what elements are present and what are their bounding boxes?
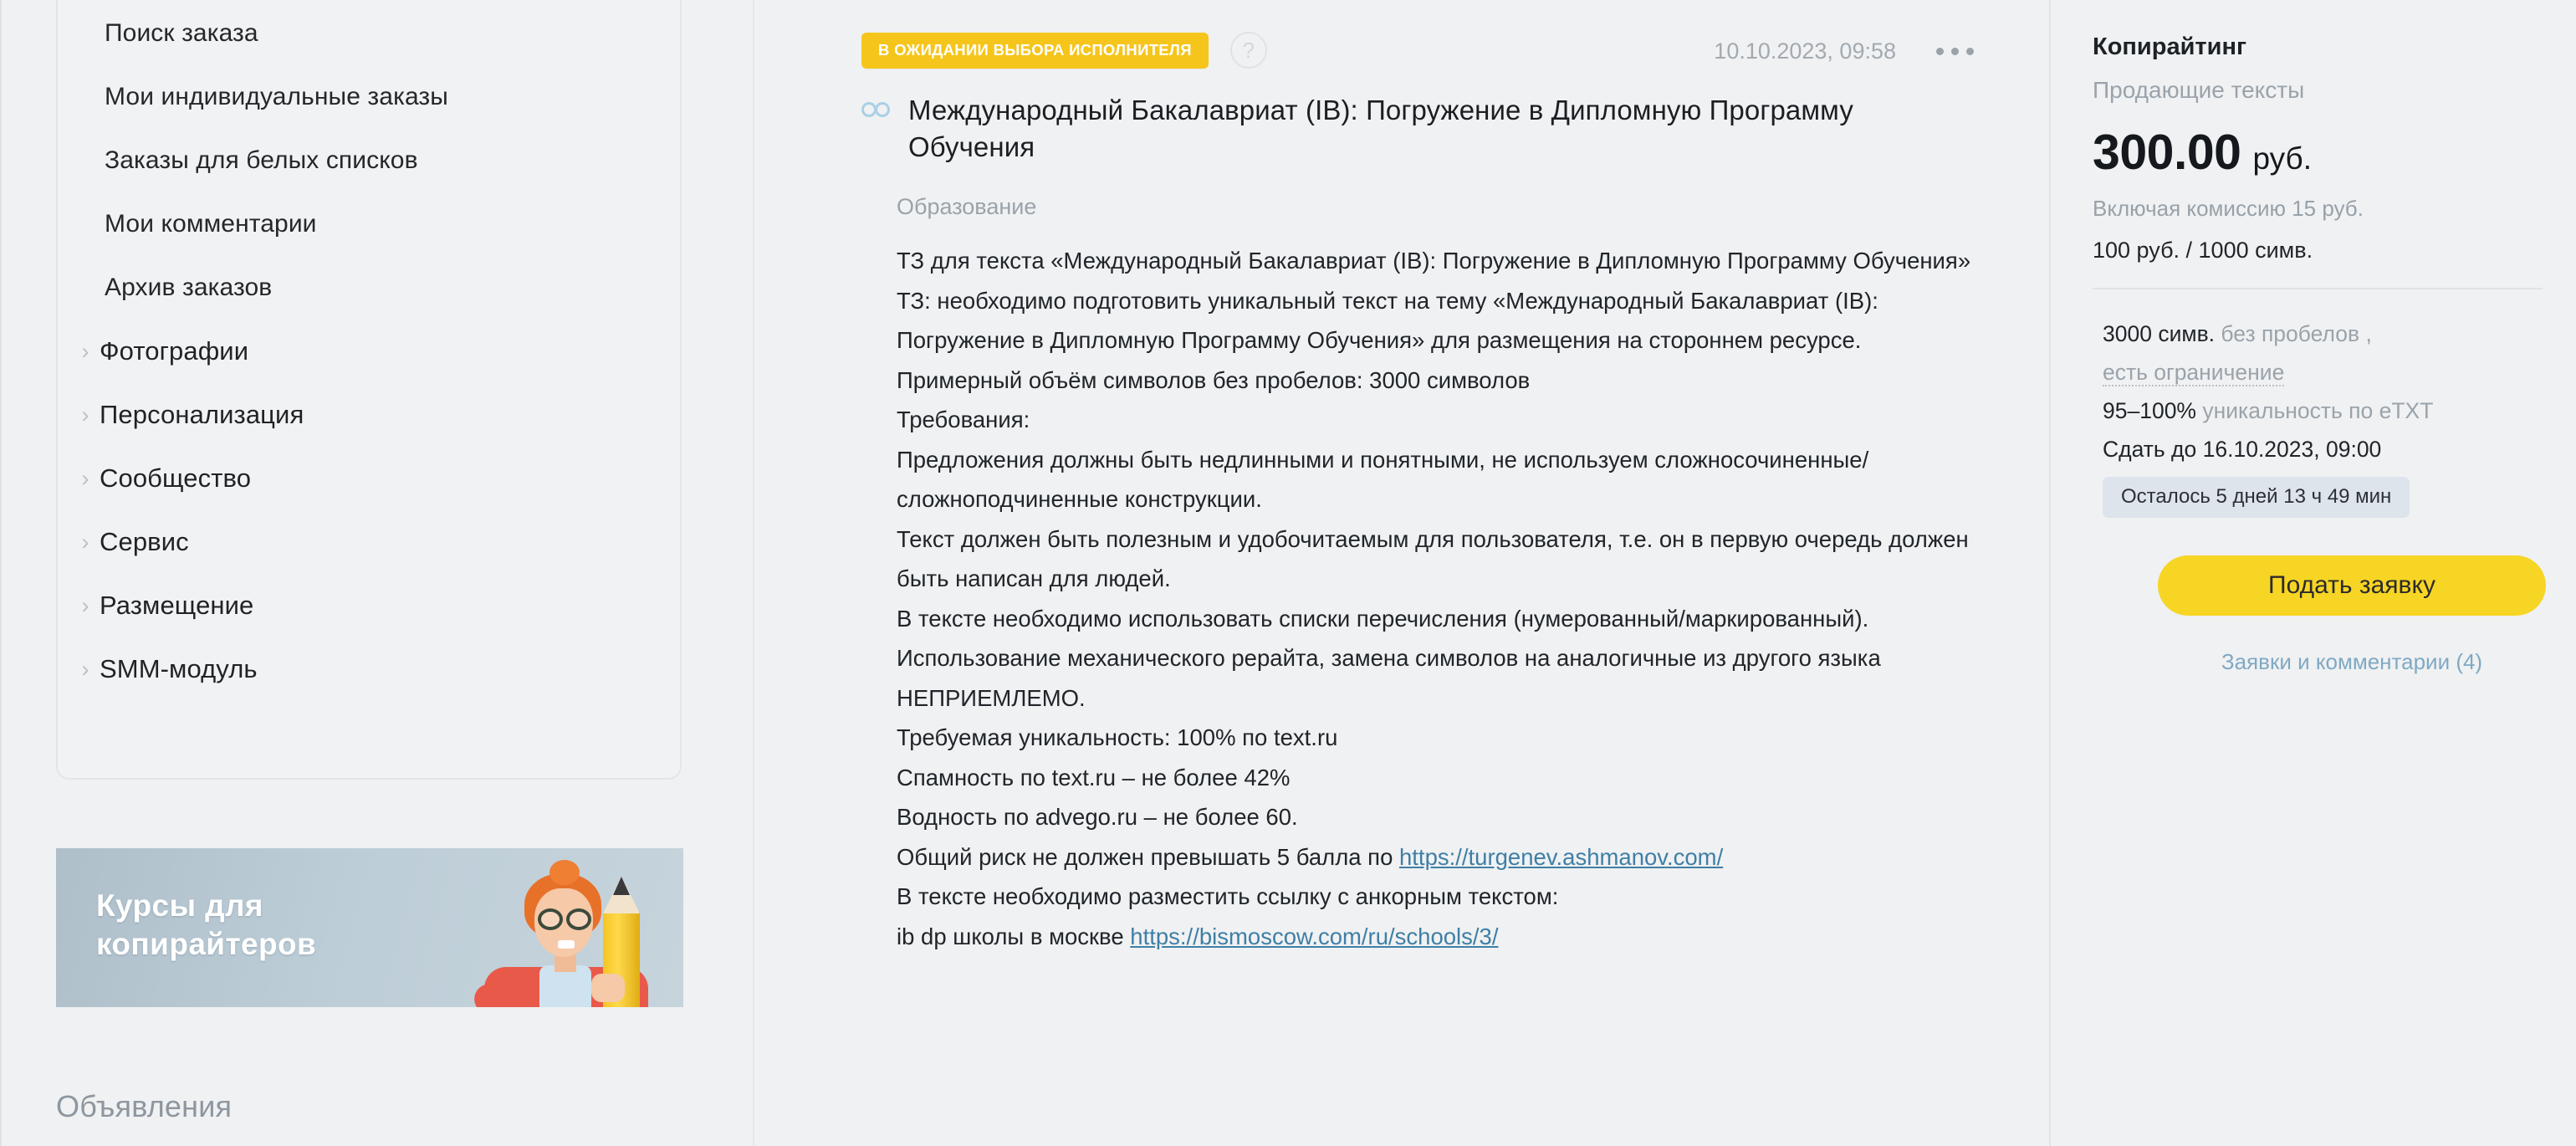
order-description-line: Спамность по text.ru – не более 42%	[897, 764, 1291, 790]
order-description-line: Требуемая уникальность: 100% по text.ru	[897, 724, 1338, 750]
countdown-badge: Осталось 5 дней 13 ч 49 мин	[2103, 477, 2410, 518]
promo-banner-line1: Курсы для	[96, 888, 263, 923]
rate-per-1000: 100 руб. / 1000 симв.	[2093, 238, 2313, 263]
page-root: Поиск заказа Мои индивидуальные заказы З…	[0, 0, 2576, 1146]
order-specs-list: 3000 симв. без пробелов , есть ограничен…	[2103, 315, 2568, 468]
illustration-glasses-right	[566, 908, 591, 930]
order-title[interactable]: Международный Бакалавриат (IB): Погружен…	[908, 92, 1915, 166]
promo-banner-text: Курсы для копирайтеров	[96, 887, 316, 963]
apply-button[interactable]: Подать заявку	[2158, 555, 2546, 616]
chevron-right-icon: ›	[81, 338, 89, 364]
link-chain-icon	[861, 102, 890, 121]
sidebar-item-label: Фотографии	[100, 336, 249, 366]
promo-banner[interactable]: Курсы для копирайтеров	[56, 848, 683, 1007]
sidebar-item-photos[interactable]: › Фотографии	[58, 320, 683, 383]
order-title-row: Международный Бакалавриат (IB): Погружен…	[861, 92, 1915, 166]
order-description-link[interactable]: https://bismoscow.com/ru/schools/3/	[1130, 923, 1498, 949]
price-amount: 300.00	[2093, 125, 2241, 180]
panel-divider	[2093, 288, 2543, 289]
order-category-label: Образование	[897, 194, 1037, 219]
chevron-right-icon: ›	[81, 465, 89, 491]
sidebar-item-label: Размещение	[100, 591, 254, 620]
order-status-row: В ОЖИДАНИИ ВЫБОРА ИСПОЛНИТЕЛЯ ?	[861, 32, 1267, 69]
order-description-line: В тексте необходимо использовать списки …	[897, 605, 1869, 632]
sidebar-item-label: Сервис	[100, 527, 189, 556]
order-description-line: ТЗ для текста «Международный Бакалавриат…	[897, 248, 1971, 274]
sidebar-item-label: Персонализация	[100, 400, 304, 429]
spec-limit-label: есть ограничение	[2103, 360, 2285, 386]
spec-uniqueness: 95–100% уникальность по eTXT	[2103, 391, 2568, 430]
order-description-body: ТЗ для текста «Международный Бакалавриат…	[897, 241, 1975, 956]
sidebar-item-label: Мои комментарии	[105, 210, 317, 238]
promo-banner-line2: копирайтеров	[96, 926, 317, 961]
order-description-line: Примерный объём символов без пробелов: 3…	[897, 366, 1531, 393]
illustration-hair-bun	[549, 860, 580, 885]
price-row: 300.00 руб.	[2093, 124, 2312, 181]
order-timestamp: 10.10.2023, 09:58	[1714, 38, 1896, 64]
order-description-line: ib dp школы в москве https://bismoscow.c…	[897, 923, 1499, 949]
sidebar-item-service[interactable]: › Сервис	[58, 510, 683, 574]
sidebar-item-label: Архив заказов	[105, 274, 273, 301]
illustration-hand	[591, 974, 625, 1002]
order-description-line: Предложения должны быть недлинными и пон…	[897, 446, 1869, 513]
sidebar-nav-panel: Поиск заказа Мои индивидуальные заказы З…	[56, 0, 682, 780]
sidebar-item-placement[interactable]: › Размещение	[58, 574, 683, 637]
status-badge: В ОЖИДАНИИ ВЫБОРА ИСПОЛНИТЕЛЯ	[861, 32, 1209, 69]
service-name: Копирайтинг	[2093, 33, 2247, 60]
sidebar-item-label: SMM-модуль	[100, 654, 258, 683]
help-question-icon[interactable]: ?	[1229, 32, 1267, 69]
chevron-right-icon: ›	[81, 402, 89, 427]
sidebar-item-my-individual-orders[interactable]: Мои индивидуальные заказы	[58, 65, 683, 129]
order-description-line: Текст должен быть полезным и удобочитаем…	[897, 525, 1969, 592]
sidebar-item-whitelist-orders[interactable]: Заказы для белых списков	[58, 129, 683, 192]
chevron-right-icon: ›	[81, 529, 89, 555]
spec-deadline: Сдать до 16.10.2023, 09:00	[2103, 437, 2382, 462]
sidebar-item-label: Заказы для белых списков	[105, 146, 418, 174]
illustration-glasses-left	[538, 908, 563, 930]
spec-limit[interactable]: есть ограничение	[2103, 353, 2568, 391]
commission-note: Включая комиссию 15 руб.	[2093, 196, 2364, 221]
left-sidebar-column: Поиск заказа Мои индивидуальные заказы З…	[0, 0, 753, 1146]
order-description-link[interactable]: https://turgenev.ashmanov.com/	[1399, 844, 1723, 870]
sidebar-item-personalization[interactable]: › Персонализация	[58, 383, 683, 447]
sidebar-item-my-comments[interactable]: Мои комментарии	[58, 192, 683, 256]
spec-uniqueness-value: 95–100%	[2103, 398, 2196, 423]
sidebar-nav-list: Поиск заказа Мои индивидуальные заказы З…	[58, 2, 683, 701]
sidebar-item-orders-archive[interactable]: Архив заказов	[58, 256, 683, 320]
sidebar-item-order-search[interactable]: Поиск заказа	[58, 2, 683, 65]
spec-volume-note: без пробелов ,	[2221, 321, 2372, 346]
order-description-line: Водность по advego.ru – не более 60.	[897, 804, 1298, 830]
order-description-line: Общий риск не должен превышать 5 балла п…	[897, 843, 1724, 870]
sidebar-item-smm-module[interactable]: › SMM-модуль	[58, 637, 683, 701]
pencil-lead-icon	[613, 877, 630, 895]
sidebar-item-label: Сообщество	[100, 463, 252, 493]
spec-uniqueness-note: уникальность по eTXT	[2202, 398, 2434, 423]
order-description-line: ТЗ: необходимо подготовить уникальный те…	[897, 287, 1878, 354]
order-detail-column: В ОЖИДАНИИ ВЫБОРА ИСПОЛНИТЕЛЯ ? 10.10.20…	[753, 0, 2049, 1146]
chevron-right-icon: ›	[81, 592, 89, 618]
order-description-line: Требования:	[897, 407, 1030, 432]
price-currency: руб.	[2252, 141, 2313, 176]
order-meta-row: 10.10.2023, 09:58	[1714, 38, 1977, 64]
order-summary-panel: Копирайтинг Продающие тексты 300.00 руб.…	[2049, 0, 2576, 1146]
bids-and-comments-link[interactable]: Заявки и комментарии (4)	[2158, 649, 2546, 675]
spec-volume: 3000 симв. без пробелов ,	[2103, 315, 2568, 353]
chevron-right-icon: ›	[81, 656, 89, 682]
spec-volume-value: 3000 симв.	[2103, 321, 2216, 346]
order-description-line: Использование механического рерайта, зам…	[897, 645, 1881, 711]
ads-section-heading: Объявления	[56, 1089, 233, 1123]
illustration-mouth	[558, 940, 575, 949]
more-options-icon[interactable]	[1933, 41, 1977, 62]
order-description-line: В тексте необходимо разместить ссылку с …	[897, 883, 1559, 909]
sidebar-item-label: Мои индивидуальные заказы	[105, 83, 448, 110]
sidebar-item-community[interactable]: › Сообщество	[58, 447, 683, 510]
service-subtype: Продающие тексты	[2093, 77, 2305, 103]
sidebar-item-label: Поиск заказа	[105, 19, 258, 47]
